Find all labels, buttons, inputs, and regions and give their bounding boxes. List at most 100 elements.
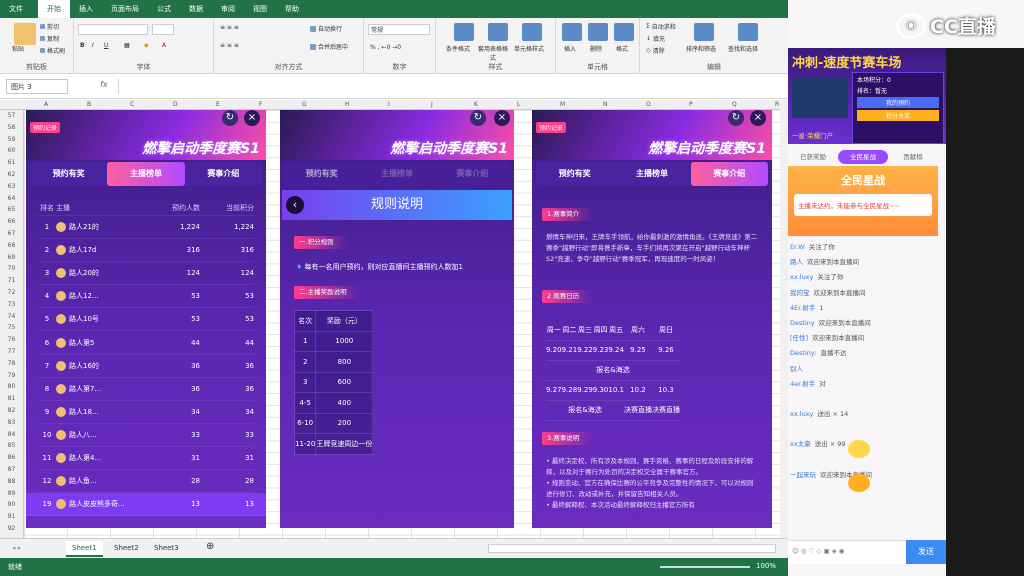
wrap-text-button[interactable]: 自动换行 [310, 24, 342, 33]
cell-style-button[interactable]: 单元格样式 [514, 44, 544, 53]
sort-filter-button[interactable]: 排序和筛选 [686, 44, 716, 53]
column-header-M[interactable]: M [560, 101, 565, 108]
row-header[interactable]: 81 [0, 393, 23, 405]
row-header[interactable]: 87 [0, 464, 23, 476]
row-header[interactable]: 80 [0, 381, 23, 393]
add-sheet-icon[interactable]: ⊕ [200, 541, 220, 555]
autosum-button[interactable]: Σ 自动求和 [646, 22, 676, 31]
row-header[interactable]: 91 [0, 511, 23, 523]
row-header[interactable]: 66 [0, 216, 23, 228]
name-box[interactable]: 图片 3 [6, 79, 68, 94]
row-header[interactable]: 63 [0, 181, 23, 193]
conditional-format-icon[interactable] [454, 23, 474, 41]
fill-button[interactable]: ↓ 填充 [646, 34, 665, 43]
ranking-row[interactable]: 10 路人八... 33 33 [38, 424, 254, 447]
tab-booking-reward[interactable]: 预约有奖 [30, 162, 107, 186]
delete-button[interactable]: 删除 [590, 44, 602, 53]
ribbon-tab-3[interactable]: 页面布局 [102, 0, 148, 18]
column-header-F[interactable]: F [259, 101, 262, 108]
table-format-button[interactable]: 套用表格格式 [478, 44, 508, 62]
ribbon-tab-1[interactable]: 开始 [38, 0, 70, 18]
paste-button[interactable]: 粘贴 [12, 44, 24, 53]
align-top-icon[interactable]: ≡ ≡ ≡ [220, 24, 239, 31]
image-panel-ranking[interactable]: 预约记录 燃擎启动季度赛S1 ↻ × 预约有奖 主播榜单 赛事介绍 排名 主播 … [26, 110, 266, 528]
format-button[interactable]: 格式 [616, 44, 628, 53]
ranking-row[interactable]: 11 路人第4... 31 31 [38, 447, 254, 471]
underline-button[interactable]: U [104, 42, 108, 49]
ribbon-tab-8[interactable]: 帮助 [276, 0, 308, 18]
tab-quanmin[interactable]: 全民星战 [838, 150, 888, 164]
border-icon[interactable]: ▦ [124, 42, 130, 49]
row-header[interactable]: 89 [0, 488, 23, 500]
column-header-L[interactable]: L [517, 101, 520, 108]
column-header-E[interactable]: E [216, 101, 220, 108]
row-header[interactable]: 58 [0, 122, 23, 134]
tab-booking-reward[interactable]: 预约有奖 [284, 162, 359, 186]
cell-style-icon[interactable] [522, 23, 542, 41]
row-header[interactable]: 78 [0, 358, 23, 370]
insert-button[interactable]: 插入 [564, 44, 576, 53]
font-color-icon[interactable]: A [162, 42, 166, 49]
sort-filter-icon[interactable] [694, 23, 714, 41]
row-header[interactable]: 60 [0, 145, 23, 157]
number-format-select[interactable]: 常规 [368, 24, 430, 35]
column-header-I[interactable]: I [388, 101, 390, 108]
row-header[interactable]: 79 [0, 370, 23, 382]
row-header[interactable]: 69 [0, 252, 23, 264]
row-header[interactable]: 62 [0, 169, 23, 181]
refresh-icon[interactable]: ↻ [222, 110, 238, 126]
row-header[interactable]: 61 [0, 157, 23, 169]
column-header-K[interactable]: K [474, 101, 478, 108]
copy-button[interactable]: 复制 [40, 34, 59, 43]
ranking-row[interactable]: 2 路人17d 316 316 [38, 239, 254, 263]
ranking-row[interactable]: 1 路人21的 1,224 1,224 [38, 216, 254, 240]
tab-rewards[interactable]: 已获奖励 [788, 150, 838, 164]
zoom-slider[interactable] [660, 566, 750, 568]
sheet-tab-2[interactable]: Sheet2 [108, 541, 145, 555]
zoom-level[interactable]: 100% [756, 562, 776, 570]
ranking-row[interactable]: 3 路人20的 124 124 [38, 262, 254, 286]
emoji-icon[interactable]: ☺ ◎ ♡ ◇ ▣ ◈ ◉ [792, 547, 844, 555]
row-header[interactable]: 65 [0, 204, 23, 216]
row-header[interactable]: 64 [0, 193, 23, 205]
delete-icon[interactable] [588, 23, 608, 41]
image-panel-intro[interactable]: 预约记录 燃擎启动季度赛S1 ↻ × 预约有奖 主播榜单 赛事介绍 1.赛事简介… [532, 110, 772, 528]
percent-icon[interactable]: % , ←0 →0 [370, 44, 401, 51]
ribbon-tab-4[interactable]: 公式 [148, 0, 180, 18]
row-header[interactable]: 73 [0, 299, 23, 311]
back-icon[interactable]: ‹ [286, 196, 304, 214]
format-painter-button[interactable]: 格式刷 [40, 46, 65, 55]
ribbon-tab-2[interactable]: 插入 [70, 0, 102, 18]
tab-streamer-ranking[interactable]: 主播榜单 [359, 162, 434, 186]
ranking-row[interactable]: 6 路人第5 44 44 [38, 331, 254, 355]
refresh-icon[interactable]: ↻ [728, 110, 744, 126]
column-header-G[interactable]: G [302, 101, 307, 108]
row-header[interactable]: 76 [0, 334, 23, 346]
cut-button[interactable]: 剪切 [40, 22, 59, 31]
column-header-A[interactable]: A [44, 101, 48, 108]
tab-event-intro[interactable]: 赛事介绍 [690, 162, 768, 186]
promo-button-1[interactable]: 我的预约 [857, 97, 939, 108]
font-size-select[interactable] [152, 24, 174, 35]
column-header-D[interactable]: D [173, 101, 178, 108]
formula-input[interactable] [118, 79, 782, 94]
close-icon[interactable]: × [494, 110, 510, 126]
row-header[interactable]: 83 [0, 417, 23, 429]
ranking-row[interactable]: 19 路人皮皮熊多奇... 13 13 [26, 493, 266, 517]
send-button[interactable]: 发送 [906, 540, 946, 564]
column-header-H[interactable]: H [345, 101, 350, 108]
promo-button-2[interactable]: 积分兑奖 [857, 110, 939, 121]
conditional-format-button[interactable]: 条件格式 [446, 44, 470, 53]
fx-icon[interactable]: fx [100, 80, 108, 89]
row-header[interactable]: 88 [0, 476, 23, 488]
row-header[interactable]: 92 [0, 523, 23, 535]
close-icon[interactable]: × [750, 110, 766, 126]
row-header[interactable]: 71 [0, 275, 23, 287]
column-header-C[interactable]: C [130, 101, 134, 108]
merge-center-button[interactable]: 合并后居中 [310, 42, 348, 51]
row-header[interactable]: 68 [0, 240, 23, 252]
row-header[interactable]: 77 [0, 346, 23, 358]
tab-event-intro[interactable]: 赛事介绍 [435, 162, 510, 186]
tab-streamer-ranking[interactable]: 主播榜单 [107, 162, 185, 186]
column-header-R[interactable]: R [775, 101, 779, 108]
